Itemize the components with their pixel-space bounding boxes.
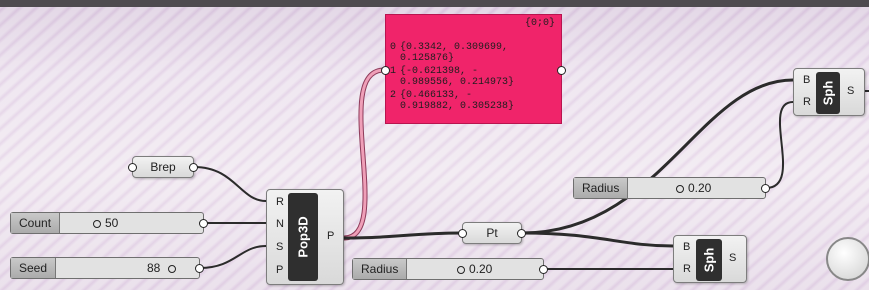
wire-pt-to-sphere-top[interactable] xyxy=(521,78,794,235)
panel-row-line: {0.3342, 0.309699, xyxy=(400,42,509,53)
sphere-component-top[interactable]: B R Sph S xyxy=(793,68,865,116)
radius-slider-top-label: Radius xyxy=(574,178,629,198)
slider-handle-icon[interactable] xyxy=(676,184,684,193)
radius-slider-bottom-label: Radius xyxy=(353,259,408,279)
slider-handle-icon[interactable] xyxy=(93,219,101,228)
pop3d-input-p[interactable]: P xyxy=(276,264,283,276)
count-slider-value: 50 xyxy=(105,216,119,230)
pt-label: Pt xyxy=(486,226,498,240)
wire-brep-to-pop3d[interactable] xyxy=(193,166,267,202)
radius-slider-bottom-value: 0.20 xyxy=(469,262,493,276)
wire-seed-to-pop3d[interactable] xyxy=(199,245,267,269)
radius-slider-bottom-value-group[interactable]: 0.20 xyxy=(457,262,492,276)
count-slider[interactable]: Count 50 xyxy=(10,212,208,234)
sphere-bottom-input-r[interactable]: R xyxy=(683,263,691,275)
sphere-bottom-title: Sph xyxy=(701,247,717,273)
panel-path-header: {0;0} xyxy=(524,18,555,29)
brep-parameter[interactable]: Brep xyxy=(128,156,198,178)
panel-row-line: 0.125876} xyxy=(400,53,455,64)
pop3d-input-r[interactable]: R xyxy=(276,196,284,208)
radius-bottom-output-grip[interactable] xyxy=(539,265,548,274)
pop3d-input-s[interactable]: S xyxy=(276,241,283,253)
slider-handle-icon[interactable] xyxy=(457,265,465,274)
sphere-top-input-b[interactable]: B xyxy=(803,74,810,86)
radius-slider-top-value: 0.20 xyxy=(688,181,712,195)
panel-row-index: 1 xyxy=(390,66,397,77)
radius-slider-top[interactable]: Radius 0.20 xyxy=(573,177,770,199)
seed-slider-label: Seed xyxy=(11,258,57,278)
seed-output-grip[interactable] xyxy=(195,264,204,273)
wire-pop3d-to-pt[interactable] xyxy=(343,231,463,240)
count-slider-label: Count xyxy=(11,213,61,233)
pop3d-title-block: Pop3D xyxy=(288,193,318,281)
seed-slider-value: 88 xyxy=(147,261,161,275)
radius-top-output-grip[interactable] xyxy=(761,184,770,193)
panel-row-line: 0.989556, 0.214973} xyxy=(400,77,515,88)
pt-output-grip[interactable] xyxy=(517,229,526,238)
sphere-bottom-title-block: Sph xyxy=(696,239,722,281)
panel-output-grip[interactable] xyxy=(557,66,566,75)
count-output-grip[interactable] xyxy=(199,219,208,228)
point-parameter[interactable]: Pt xyxy=(458,222,526,244)
sphere-component-bottom[interactable]: B R Sph S xyxy=(673,235,747,283)
panel-row-line: 0.919882, 0.305238} xyxy=(400,101,515,112)
panel-row: 1 {-0.621398, - 0.989556, 0.214973} xyxy=(390,66,514,88)
radius-slider-bottom[interactable]: Radius 0.20 xyxy=(352,258,548,280)
panel-row: 2 {0.466133, - 0.919882, 0.305238} xyxy=(390,90,514,112)
count-slider-value-group[interactable]: 50 xyxy=(93,216,118,230)
sphere-top-title: Sph xyxy=(820,80,836,106)
panel-row: 0 {0.3342, 0.309699, 0.125876} xyxy=(390,42,508,64)
pop3d-input-n[interactable]: N xyxy=(276,218,284,230)
radius-slider-top-value-group[interactable]: 0.20 xyxy=(676,181,711,195)
sphere-bottom-input-b[interactable]: B xyxy=(683,241,690,253)
brep-output-grip[interactable] xyxy=(189,163,198,172)
panel-row-line: {0.466133, - xyxy=(400,90,473,101)
slider-handle-icon[interactable] xyxy=(167,264,176,273)
grasshopper-canvas[interactable]: Brep Count 50 Seed 88 R N S P Pop3D P Pt xyxy=(0,0,869,290)
wire-pt-to-sphere-bottom[interactable] xyxy=(521,231,674,248)
navigation-ball-icon[interactable] xyxy=(826,237,869,281)
sphere-top-output-s[interactable]: S xyxy=(847,85,854,97)
sphere-top-title-block: Sph xyxy=(816,72,840,114)
data-panel[interactable]: {0;0} 0 {0.3342, 0.309699, 0.125876} 1 {-0… xyxy=(381,14,566,124)
seed-slider-value-group[interactable]: 88 xyxy=(147,261,180,275)
pop3d-output-p[interactable]: P xyxy=(327,230,334,242)
pop3d-component[interactable]: R N S P Pop3D P xyxy=(266,189,344,285)
panel-row-index: 0 xyxy=(390,42,397,53)
sphere-bottom-output-s[interactable]: S xyxy=(729,252,736,264)
brep-label: Brep xyxy=(150,160,176,174)
pop3d-title: Pop3D xyxy=(295,216,311,258)
seed-slider[interactable]: Seed 88 xyxy=(10,257,204,279)
panel-input-grip[interactable] xyxy=(381,66,390,75)
wire-radius-top-to-sphere[interactable] xyxy=(765,101,794,189)
panel-row-index: 2 xyxy=(390,90,397,101)
panel-row-line: {-0.621398, - xyxy=(400,66,479,77)
sphere-top-input-r[interactable]: R xyxy=(803,96,811,108)
